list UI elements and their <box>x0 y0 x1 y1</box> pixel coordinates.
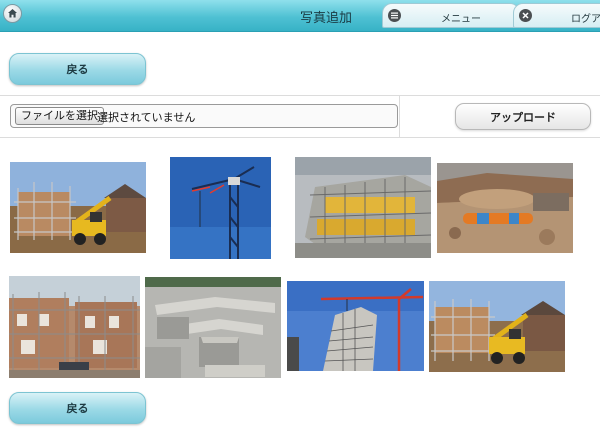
header-bar: 写真追加 メニュー ログアウト <box>0 0 600 32</box>
back-button-bottom[interactable]: 戻る <box>9 392 146 424</box>
menu-tab-label: メニュー <box>441 14 481 25</box>
upload-button[interactable]: アップロード <box>455 103 591 130</box>
page-title: 写真追加 <box>300 11 353 26</box>
logout-tab[interactable]: ログアウト <box>513 3 600 28</box>
back-button-label: 戻る <box>66 63 89 76</box>
photo-thumbnail-5[interactable] <box>9 276 140 378</box>
close-icon <box>519 9 532 22</box>
photo-thumbnail-2[interactable] <box>170 157 271 259</box>
file-input[interactable]: ファイルを選択 選択されていません <box>10 104 398 128</box>
menu-icon <box>388 9 401 22</box>
photo-thumbnail-6[interactable] <box>145 277 281 378</box>
back-button-top[interactable]: 戻る <box>9 53 146 85</box>
upload-button-label: アップロード <box>490 110 556 124</box>
form-divider <box>399 96 400 137</box>
file-status-text: 選択されていません <box>97 111 196 124</box>
photo-thumbnail-1[interactable] <box>10 162 146 253</box>
photo-thumbnail-4[interactable] <box>437 163 573 253</box>
photo-thumbnail-7[interactable] <box>287 281 424 371</box>
photo-thumbnail-8[interactable] <box>429 281 565 372</box>
home-icon <box>8 9 17 18</box>
back-button-label: 戻る <box>66 402 89 415</box>
home-button[interactable] <box>3 4 22 23</box>
upload-form: ファイルを選択 選択されていません アップロード <box>0 95 600 138</box>
logout-tab-label: ログアウト <box>571 14 600 25</box>
photo-thumbnail-3[interactable] <box>295 157 431 258</box>
choose-file-button[interactable]: ファイルを選択 <box>15 107 104 125</box>
menu-tab[interactable]: メニュー <box>382 3 520 28</box>
